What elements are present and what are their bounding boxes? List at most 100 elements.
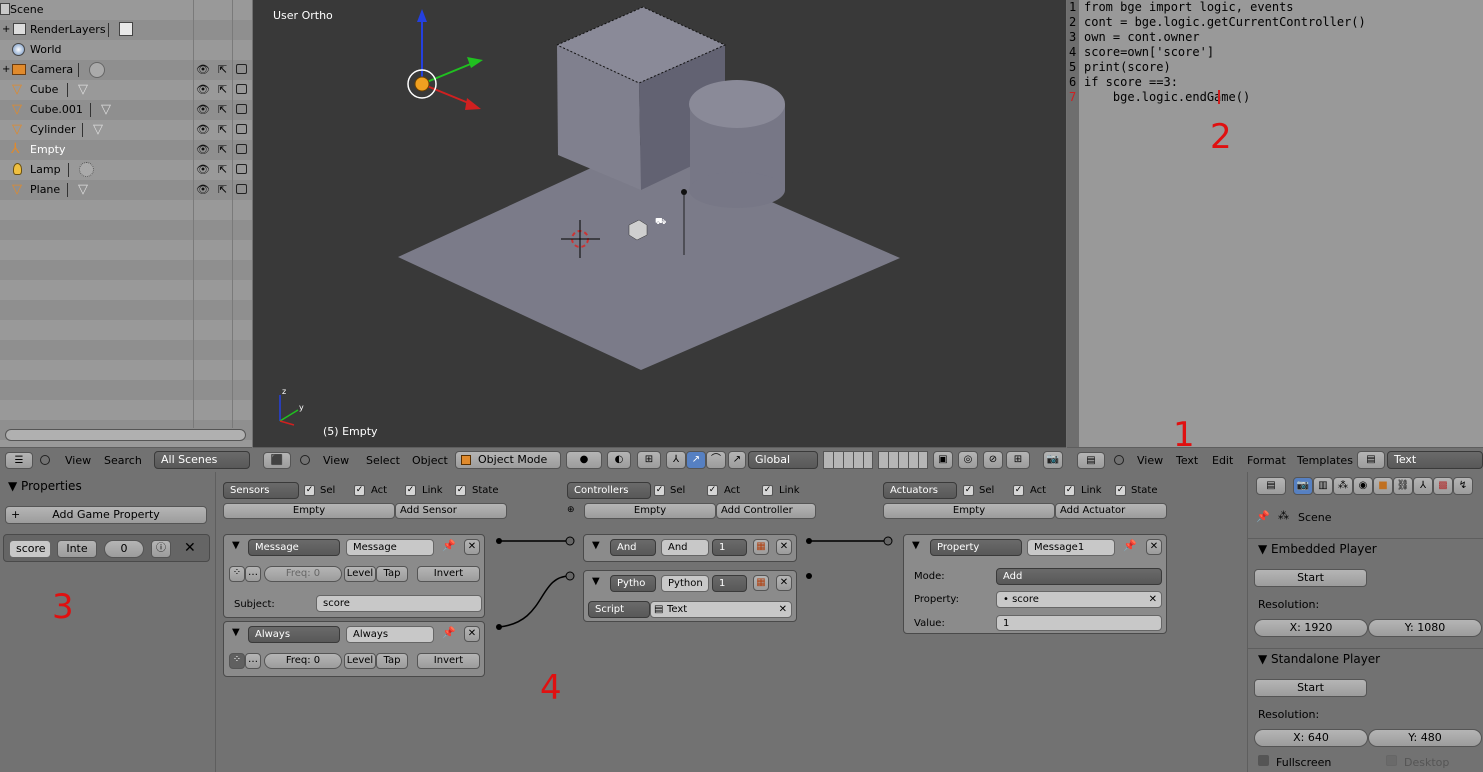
cursor-icon[interactable]: ⇱: [218, 183, 227, 196]
cursor-icon[interactable]: ⇱: [218, 123, 227, 136]
eye-icon[interactable]: 👁: [196, 184, 210, 196]
orientation-icon[interactable]: ↗: [728, 451, 746, 469]
collapse-icon[interactable]: [1114, 455, 1124, 465]
text-editor-header: ▤ View Text Edit Format Templates ▤ Text: [1067, 447, 1483, 472]
cursor-icon[interactable]: ⇱: [218, 103, 227, 116]
eye-icon[interactable]: 👁: [196, 104, 210, 116]
editor-type-button[interactable]: ⬛: [263, 452, 291, 469]
render-tab-icon[interactable]: 📷: [1293, 477, 1313, 495]
pivot-select[interactable]: ◐: [607, 451, 631, 469]
eye-icon[interactable]: 👁: [196, 124, 210, 136]
menu-view[interactable]: View: [323, 454, 349, 467]
menu-search[interactable]: Search: [104, 454, 142, 467]
panel-title[interactable]: ▼ Standalone Player: [1258, 652, 1380, 666]
menu-object[interactable]: Object: [412, 454, 448, 467]
resolution-y-field[interactable]: Y: 480: [1368, 729, 1482, 747]
editor-type-button[interactable]: ☰: [5, 452, 33, 469]
eye-icon[interactable]: 👁: [196, 84, 210, 96]
outliner-item-world[interactable]: World: [0, 40, 252, 60]
expand-icon[interactable]: +: [2, 24, 10, 35]
desktop-checkbox[interactable]: [1386, 755, 1397, 766]
menu-text[interactable]: Text: [1176, 454, 1198, 467]
menu-view[interactable]: View: [1137, 454, 1163, 467]
text-datablock-field[interactable]: Text: [1387, 451, 1483, 469]
render-camera-icon[interactable]: [236, 104, 247, 114]
resolution-y-field[interactable]: Y: 1080: [1368, 619, 1482, 637]
property-value-field[interactable]: 0: [104, 540, 144, 558]
eye-icon[interactable]: 👁: [196, 64, 210, 76]
orientation-select[interactable]: Global: [748, 451, 818, 469]
3d-viewport[interactable]: User Ortho (5) Empty ⛟ z y: [253, 0, 1066, 447]
manipulator-toggle[interactable]: ⊞: [637, 451, 661, 469]
outliner-item-renderlayers[interactable]: + RenderLayers: [0, 20, 252, 40]
render-camera-icon[interactable]: [236, 64, 247, 74]
panel-title[interactable]: ▼ Embedded Player: [1258, 542, 1377, 556]
menu-edit[interactable]: Edit: [1212, 454, 1233, 467]
resolution-x-field[interactable]: X: 1920: [1254, 619, 1368, 637]
lock-layers-icon[interactable]: ▣: [933, 451, 953, 469]
cursor-icon[interactable]: ⇱: [218, 143, 227, 156]
layers-grid-1[interactable]: [823, 451, 873, 469]
data-tab-icon[interactable]: ⅄: [1413, 477, 1433, 495]
editor-type-button[interactable]: ▤: [1256, 477, 1286, 495]
lamp-icon: [13, 163, 22, 175]
texture-tab-icon[interactable]: ▩: [1433, 477, 1453, 495]
property-type-select[interactable]: Inte: [57, 540, 97, 558]
render-camera-icon[interactable]: [236, 184, 247, 194]
pin-icon[interactable]: 📌: [1256, 510, 1270, 523]
cursor-icon[interactable]: ⇱: [218, 63, 227, 76]
render-camera-icon[interactable]: [236, 84, 247, 94]
collapse-icon[interactable]: [40, 455, 50, 465]
proportional-edit-icon[interactable]: ◎: [958, 451, 978, 469]
resolution-x-field[interactable]: X: 640: [1254, 729, 1368, 747]
shading-select[interactable]: ●: [566, 451, 602, 469]
outliner-item-scene[interactable]: Scene: [0, 0, 252, 20]
editor-type-button[interactable]: ▤: [1077, 452, 1105, 469]
mesh-icon: ▽: [12, 122, 22, 137]
embedded-start-button[interactable]: Start: [1254, 569, 1367, 587]
render-icon[interactable]: 📷: [1043, 451, 1063, 469]
cursor-icon[interactable]: ⇱: [218, 83, 227, 96]
scale-icon[interactable]: ⌒: [706, 451, 726, 469]
text-editor[interactable]: 1 2 3 4 5 6 7 from bge import logic, eve…: [1067, 0, 1483, 447]
close-icon[interactable]: ✕: [184, 540, 196, 556]
display-mode-select[interactable]: All Scenes: [154, 451, 250, 469]
render-camera-icon[interactable]: [236, 124, 247, 134]
menu-templates[interactable]: Templates: [1297, 454, 1353, 467]
mesh-data-icon: ▽: [93, 122, 103, 137]
annotation-4: 4: [540, 668, 562, 708]
property-name-field[interactable]: score: [9, 540, 51, 558]
rotate-icon[interactable]: ↗: [686, 451, 706, 469]
layers-tab-icon[interactable]: ▥: [1313, 477, 1333, 495]
fullscreen-checkbox[interactable]: [1258, 755, 1269, 766]
collapse-icon[interactable]: [300, 455, 310, 465]
info-icon[interactable]: ⓘ: [151, 540, 171, 558]
line-num-1: 1: [1069, 0, 1077, 14]
game-property-row: score Inte 0 ⓘ ✕: [3, 534, 210, 562]
cursor-icon[interactable]: ⇱: [218, 163, 227, 176]
add-game-property-button[interactable]: + Add Game Property: [5, 506, 207, 524]
mode-select[interactable]: Object Mode: [455, 451, 561, 469]
scene-breadcrumb: Scene: [1298, 511, 1332, 524]
outliner-scrollbar[interactable]: [5, 429, 246, 441]
world-tab-icon[interactable]: ◉: [1353, 477, 1373, 495]
translate-icon[interactable]: ⅄: [666, 451, 686, 469]
layers-grid-2[interactable]: [878, 451, 928, 469]
scene-tab-icon[interactable]: ⁂: [1333, 477, 1353, 495]
eye-icon[interactable]: 👁: [196, 144, 210, 156]
menu-format[interactable]: Format: [1247, 454, 1286, 467]
menu-view[interactable]: View: [65, 454, 91, 467]
text-browse-icon[interactable]: ▤: [1357, 451, 1385, 469]
menu-select[interactable]: Select: [366, 454, 400, 467]
expand-icon[interactable]: +: [2, 64, 10, 75]
snap-element-icon[interactable]: ⊞: [1006, 451, 1030, 469]
standalone-start-button[interactable]: Start: [1254, 679, 1367, 697]
render-camera-icon[interactable]: [236, 144, 247, 154]
object-tab-icon[interactable]: ■: [1373, 477, 1393, 495]
eye-icon[interactable]: 👁: [196, 164, 210, 176]
constraints-tab-icon[interactable]: ⛓: [1393, 477, 1413, 495]
render-camera-icon[interactable]: [236, 164, 247, 174]
snap-toggle-icon[interactable]: ⊘: [983, 451, 1003, 469]
physics-tab-icon[interactable]: ↯: [1453, 477, 1473, 495]
empty-icon: ⅄: [11, 141, 20, 157]
